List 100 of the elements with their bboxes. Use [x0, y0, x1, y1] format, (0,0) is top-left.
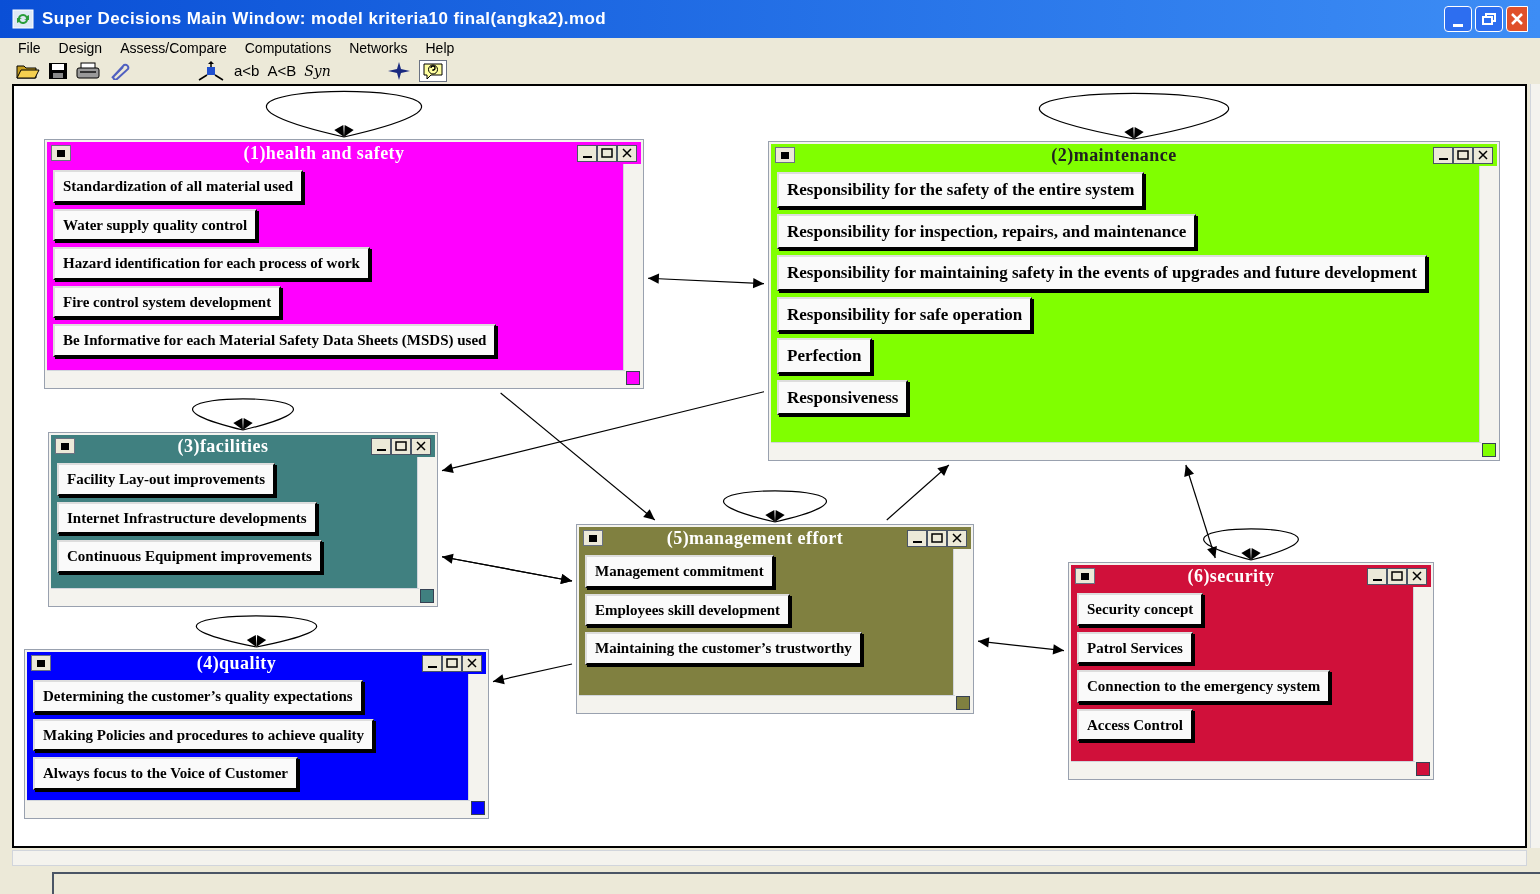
menu-item[interactable]: Help	[425, 37, 455, 59]
maximize-button[interactable]	[927, 529, 947, 547]
node-button[interactable]: Continuous Equipment improvements	[57, 540, 322, 573]
square-icon	[1081, 572, 1089, 580]
node-button[interactable]: Responsibility for inspection, repairs, and maintenance	[777, 213, 1197, 249]
node-button[interactable]: Water supply quality control	[53, 208, 258, 241]
window-menu-button[interactable]	[1075, 568, 1095, 584]
network-icon[interactable]	[196, 61, 226, 81]
maximize-button[interactable]	[1387, 567, 1407, 585]
node-button[interactable]: Connection to the emergency system	[1077, 670, 1331, 703]
minimize-icon	[1372, 578, 1382, 581]
square-icon	[57, 149, 65, 157]
node-button[interactable]: Facility Lay-out improvements	[57, 463, 276, 496]
maximize-icon	[395, 441, 407, 451]
close-icon	[622, 148, 632, 158]
node-button[interactable]: Always focus to the Voice of Customer	[33, 757, 298, 790]
node-button[interactable]: Responsibility for the safety of the entire system	[777, 172, 1145, 208]
maximize-button[interactable]	[597, 144, 617, 162]
cluster-title: (5)management effort	[665, 526, 845, 550]
maximize-icon	[1457, 150, 1469, 160]
cluster-window[interactable]: (6)security Security concept Patrol Services Connection to the emergency system Access Control	[1068, 562, 1434, 780]
maximize-button[interactable]	[391, 437, 411, 455]
close-button[interactable]	[1407, 567, 1427, 585]
square-icon	[61, 442, 69, 450]
node-button[interactable]: Making Policies and procedures to achieve quality	[33, 718, 375, 751]
square-icon	[781, 151, 789, 159]
node-button[interactable]: Be Informative for each Material Safety Data Sheets (MSDS) used	[53, 324, 497, 357]
node-button[interactable]: Employees skill development	[585, 593, 790, 626]
close-icon	[1412, 571, 1422, 581]
minimize-icon	[427, 665, 437, 668]
node-button[interactable]: Security concept	[1077, 593, 1204, 626]
minimize-button[interactable]	[371, 437, 391, 455]
node-button[interactable]: Standardization of all material used	[53, 170, 303, 203]
minimize-icon	[912, 540, 922, 543]
square-icon	[589, 534, 597, 542]
cluster-window[interactable]: (5)management effort Management commitment Employees skill development Maintaining the customer’s trustworthy	[576, 524, 974, 714]
node-button[interactable]: Responsibility for safe operation	[777, 296, 1033, 332]
close-icon	[416, 441, 426, 451]
node-button[interactable]: Fire control system development	[53, 285, 282, 318]
minimize-button[interactable]	[907, 529, 927, 547]
node-button[interactable]: Internet Infrastructure developments	[57, 501, 317, 534]
node-button[interactable]: Maintaining the customer’s trustworthy	[585, 632, 862, 665]
cluster-title: (1)health and safety	[242, 141, 406, 165]
paperclip-icon[interactable]	[108, 62, 130, 80]
window-menu-button[interactable]	[51, 145, 71, 161]
menu-item[interactable]: Design	[58, 37, 103, 59]
cluster-window[interactable]	[768, 141, 1500, 461]
window-menu-button[interactable]	[583, 530, 603, 546]
help-icon[interactable]	[421, 61, 444, 81]
close-icon	[467, 658, 477, 668]
maximize-icon	[931, 533, 943, 543]
maximize-icon	[601, 148, 613, 158]
app-icon	[12, 9, 34, 29]
menu-item[interactable]: Networks	[349, 37, 408, 59]
node-button[interactable]: Access Control	[1077, 708, 1193, 741]
close-button[interactable]	[1473, 146, 1493, 164]
menu-item[interactable]: Computations	[244, 37, 332, 59]
cluster-window[interactable]: (3)facilities Facility Lay-out improvements Internet Infrastructure developments Continuous Equipment improvements	[48, 432, 438, 607]
toolbar-text-button[interactable]: A<B	[267, 59, 297, 83]
cluster-window[interactable]: (4)quality Determining the customer’s quality expectations Making Policies and procedures to achieve quality Always focus to the Voice of Customer	[24, 649, 489, 819]
cluster-title: (6)security	[1186, 564, 1276, 588]
toolbar-text-button[interactable]: a<b	[234, 59, 260, 83]
minimize-icon	[1453, 24, 1463, 27]
minimize-button[interactable]	[1433, 146, 1453, 164]
window-menu-button[interactable]	[31, 655, 51, 671]
restore-button[interactable]	[1475, 6, 1503, 32]
window-menu-button[interactable]	[55, 438, 75, 454]
minimize-icon	[582, 155, 592, 158]
node-button[interactable]: Perfection	[777, 338, 872, 374]
cluster-title: (4)quality	[195, 651, 278, 675]
minimize-icon	[1438, 157, 1448, 160]
maximize-icon	[446, 658, 458, 668]
restore-icon	[1482, 13, 1496, 25]
menu-item[interactable]: File	[18, 37, 41, 59]
node-button[interactable]: Responsiveness	[777, 379, 909, 415]
close-button[interactable]	[411, 437, 431, 455]
save-icon[interactable]	[48, 62, 68, 80]
close-button[interactable]	[617, 144, 637, 162]
minimize-button[interactable]	[1367, 567, 1387, 585]
window-menu-button[interactable]	[775, 147, 795, 163]
open-folder-icon[interactable]	[16, 62, 40, 80]
node-button[interactable]: Management commitment	[585, 555, 774, 588]
node-button[interactable]: Patrol Services	[1077, 631, 1193, 664]
printer-icon[interactable]	[76, 62, 100, 80]
menu-item[interactable]: Assess/Compare	[120, 37, 227, 59]
connector-arrow	[886, 464, 950, 521]
maximize-button[interactable]	[442, 654, 462, 672]
node-button[interactable]: Hazard identification for each process of work	[53, 247, 370, 280]
close-button[interactable]	[947, 529, 967, 547]
node-button[interactable]: Determining the customer’s quality expectations	[33, 680, 363, 713]
vertical-scrollbar[interactable]	[1530, 84, 1540, 848]
toolbar-text-button[interactable]: Syn	[304, 60, 331, 82]
minimize-button[interactable]	[422, 654, 442, 672]
cluster-window[interactable]	[44, 139, 644, 389]
minimize-button[interactable]	[577, 144, 597, 162]
maximize-button[interactable]	[1453, 146, 1473, 164]
close-icon	[952, 533, 962, 543]
horizontal-scrollbar[interactable]	[12, 850, 1527, 866]
close-button[interactable]	[462, 654, 482, 672]
node-button[interactable]: Responsibility for maintaining safety in the events of upgrades and future development	[777, 255, 1427, 291]
